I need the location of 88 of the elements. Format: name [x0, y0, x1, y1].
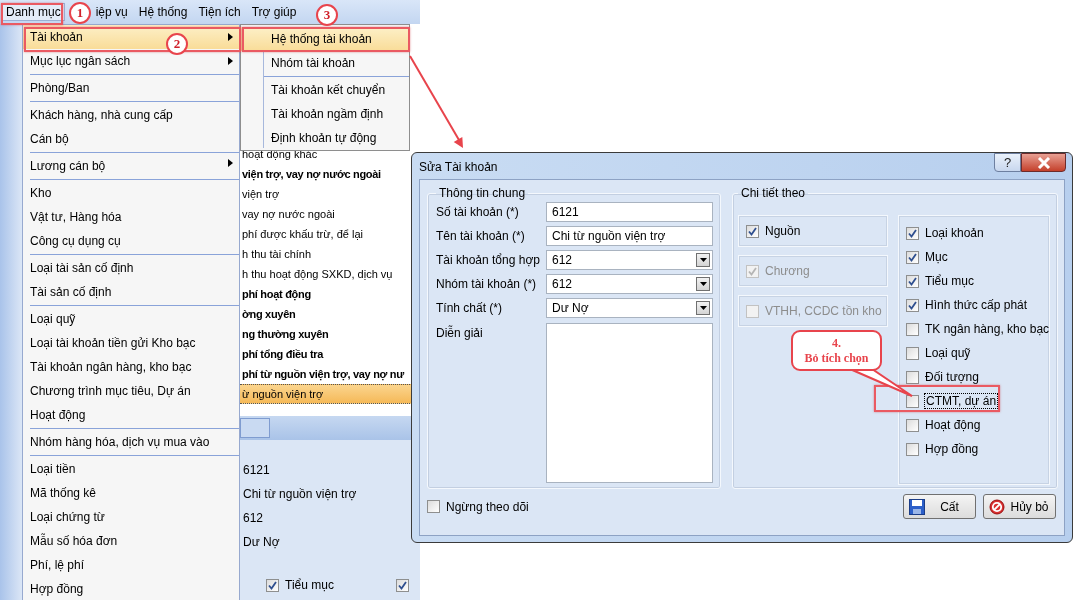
checkbox-label: Hình thức cấp phát	[925, 298, 1028, 312]
text-field[interactable]: Chi từ nguồn viện trợ	[546, 226, 713, 246]
menu-item[interactable]: Lương cán bộ	[23, 151, 239, 178]
field-label: Tài khoản tổng hợp	[436, 252, 541, 269]
menu-item[interactable]: Hợp đồng	[23, 577, 239, 600]
checkbox[interactable]	[746, 224, 759, 238]
detail-value: Dư Nợ	[242, 534, 281, 551]
group-title: Chi tiết theo	[740, 186, 807, 200]
field-label: Số tài khoản (*)	[436, 204, 520, 221]
checkbox-label: Mục	[925, 250, 948, 264]
menu-item[interactable]: Loại tài sản cố định	[23, 253, 239, 280]
menu-item[interactable]: Chương trình mục tiêu, Dự án	[23, 379, 239, 403]
dropdown-field[interactable]: 612	[546, 250, 713, 270]
checkbox-label: Tiểu mục	[285, 578, 334, 592]
menu-item[interactable]: Cán bộ	[23, 127, 239, 151]
submenu-arrow-icon	[228, 33, 233, 41]
group-title: Thông tin chung	[438, 186, 527, 200]
menu-item[interactable]: Phí, lệ phí	[23, 553, 239, 577]
checkbox-label: Đối tượng	[925, 370, 979, 384]
close-icon	[1036, 156, 1051, 169]
submenu-arrow-icon	[228, 159, 233, 167]
menu-item[interactable]: Kho	[23, 178, 239, 205]
menu-item[interactable]: Loại tài khoản tiền gửi Kho bạc	[23, 331, 239, 355]
menu-item[interactable]: Hoạt động	[23, 403, 239, 427]
menu-item[interactable]: Nhóm hàng hóa, dịch vụ mua vào	[23, 427, 239, 454]
checkbox-label: Hoạt động	[925, 418, 981, 432]
dropdown-field[interactable]: 612	[546, 274, 713, 294]
menu-item[interactable]: Tài sản cố định	[23, 280, 239, 304]
menu-item[interactable]: Tài khoản kết chuyển	[241, 75, 409, 102]
detail-value: Chi từ nguồn viện trợ	[242, 486, 358, 503]
window-title: Sửa Tài khoản	[419, 160, 498, 174]
menu-item[interactable]: Phòng/Ban	[23, 73, 239, 100]
checkbox[interactable]	[266, 578, 279, 592]
checkbox-label: Hợp đồng	[925, 442, 979, 456]
menu-item[interactable]: Loại quỹ	[23, 304, 239, 331]
checkbox[interactable]	[906, 250, 919, 264]
checkbox-label: Ngừng theo dõi	[446, 499, 529, 514]
checkbox[interactable]	[906, 274, 919, 288]
menu-bar-item[interactable]: Tiện ích	[194, 3, 245, 21]
menu-item[interactable]: Mẫu số hóa đơn	[23, 529, 239, 553]
checkbox-label: Tiểu mục	[925, 274, 974, 288]
menu-item[interactable]: Tài khoản ngầm định	[241, 102, 409, 126]
checkbox[interactable]	[906, 346, 919, 360]
highlight-frame	[1, 3, 63, 25]
checkbox-label: Nguồn	[765, 224, 801, 238]
menu-bar-item[interactable]: iệp vụ	[91, 3, 132, 21]
menu-item[interactable]: Định khoản tự động	[241, 126, 409, 150]
submenu-arrow-icon	[228, 57, 233, 65]
prohibited-icon	[989, 498, 1005, 515]
checkbox-label: Chương	[765, 264, 810, 278]
field-label: Tính chất (*)	[436, 300, 504, 317]
menu-item[interactable]: Loại tiền	[23, 454, 239, 481]
field-label: Nhóm tài khoản (*)	[436, 276, 538, 293]
menu-item[interactable]: Công cụ dụng cụ	[23, 229, 239, 253]
menu-bar-item[interactable]: Trợ giúp	[247, 3, 301, 21]
checkbox[interactable]	[906, 418, 919, 432]
field-label: Tên tài khoản (*)	[436, 228, 526, 245]
menu-item[interactable]: Nhóm tài khoản	[241, 51, 409, 75]
menu-bar-item[interactable]: Hệ thống	[134, 3, 192, 21]
detail-value: 612	[242, 510, 265, 527]
detail-value: 6121	[242, 462, 271, 479]
checkbox[interactable]	[906, 322, 919, 336]
help-button[interactable]: ?	[994, 153, 1021, 172]
checkbox-label: Loại quỹ	[925, 346, 971, 360]
menu-item[interactable]: Mã thống kê	[23, 481, 239, 505]
menu-item[interactable]: Vật tư, Hàng hóa	[23, 205, 239, 229]
checkbox[interactable]	[906, 298, 919, 312]
menu-item[interactable]: Khách hàng, nhà cung cấp	[23, 100, 239, 127]
checkbox[interactable]	[906, 226, 919, 240]
close-button[interactable]	[1021, 153, 1066, 172]
text-field[interactable]: 6121	[546, 202, 713, 222]
dropdown-field[interactable]: Dư Nợ	[546, 298, 713, 318]
checkbox-label: CTMT, dự án	[925, 394, 998, 408]
checkbox[interactable]	[906, 370, 919, 384]
checkbox[interactable]	[427, 500, 440, 513]
cancel-button[interactable]: Hủy bỏ	[983, 494, 1056, 519]
checkbox[interactable]	[395, 578, 409, 592]
callout-number: 4.	[832, 335, 841, 351]
checkbox-label: Loại khoản	[925, 226, 984, 240]
menu-item[interactable]: Loại chứng từ	[23, 505, 239, 529]
checkbox[interactable]	[906, 442, 919, 456]
menu-item[interactable]: Hệ thống tài khoản	[241, 27, 409, 51]
callout-text: Bỏ tích chọn	[804, 350, 869, 366]
field-label: Diễn giải	[436, 324, 484, 342]
checkbox-label: TK ngân hàng, kho bạc	[925, 322, 1050, 336]
menu-item[interactable]: Tài khoản ngân hàng, kho bạc	[23, 355, 239, 379]
save-button[interactable]: Cất	[903, 494, 976, 519]
checkbox-label: VTHH, CCDC tồn kho	[765, 304, 882, 318]
